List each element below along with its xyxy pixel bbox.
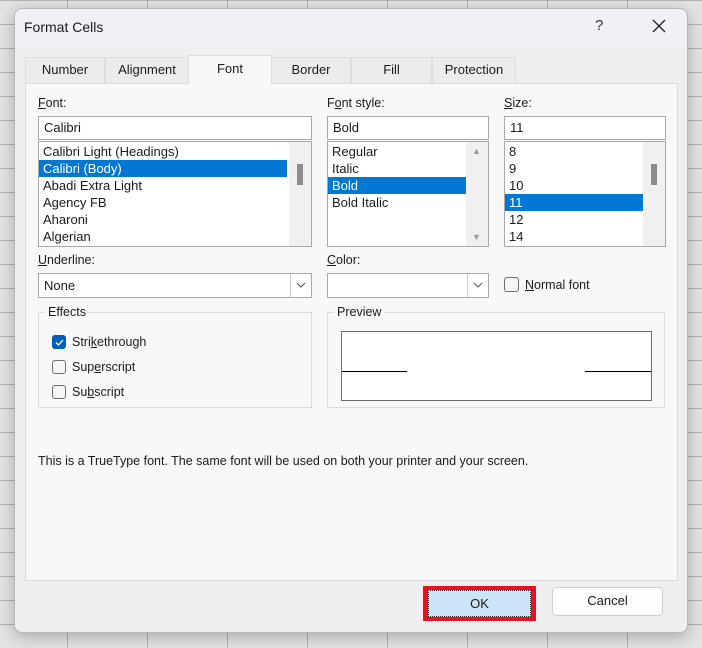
font-style-input[interactable]: Bold	[327, 116, 489, 140]
font-list-item[interactable]: Agency FB	[39, 194, 311, 211]
color-label: Color:	[327, 253, 361, 267]
font-style-item[interactable]: Regular	[328, 143, 488, 160]
preview-baseline-left	[342, 371, 407, 372]
title-bar: Format Cells ?	[15, 9, 687, 47]
font-list-item[interactable]: Abadi Extra Light	[39, 177, 311, 194]
subscript-label: Subscript	[72, 385, 125, 399]
font-style-item-selected[interactable]: Bold	[328, 177, 466, 194]
font-input[interactable]: Calibri	[38, 116, 312, 140]
font-style-scrollbar[interactable]: ▲ ▼	[466, 142, 488, 246]
tab-fill[interactable]: Fill	[351, 57, 432, 83]
close-icon	[652, 19, 666, 33]
font-list-item-selected[interactable]: Calibri (Body)	[39, 160, 287, 177]
tab-border[interactable]: Border	[271, 57, 351, 83]
font-list-item[interactable]: Aharoni	[39, 211, 311, 228]
size-list-scrollbar[interactable]	[643, 142, 665, 246]
preview-baseline-right	[585, 371, 651, 372]
underline-dropdown-button[interactable]	[290, 274, 311, 297]
font-style-label: Font style:	[327, 96, 385, 110]
font-style-item[interactable]: Bold Italic	[328, 194, 488, 211]
font-info-text: This is a TrueType font. The same font w…	[38, 454, 529, 468]
preview-box	[341, 331, 652, 401]
scroll-thumb[interactable]	[651, 164, 657, 185]
chevron-down-icon	[473, 282, 483, 288]
font-list-item[interactable]: Calibri Light (Headings)	[39, 143, 311, 160]
strikethrough-label: Strikethrough	[72, 335, 147, 349]
dialog-title: Format Cells	[24, 19, 104, 35]
font-list[interactable]: Calibri Light (Headings) Calibri (Body) …	[38, 141, 312, 247]
tab-number[interactable]: Number	[25, 57, 105, 83]
normal-font-checkbox[interactable]: Normal font	[504, 277, 590, 292]
superscript-checkbox[interactable]: Superscript	[52, 360, 135, 374]
cancel-button[interactable]: Cancel	[552, 587, 663, 616]
size-item[interactable]: 14	[505, 228, 665, 245]
underline-select[interactable]: None	[38, 273, 312, 298]
size-item-selected[interactable]: 11	[505, 194, 643, 211]
scroll-thumb[interactable]	[297, 164, 303, 185]
checkbox-box[interactable]	[52, 385, 66, 399]
scroll-down-icon[interactable]: ▼	[472, 232, 481, 242]
checkmark-icon	[55, 339, 64, 346]
font-list-item[interactable]: Algerian	[39, 228, 311, 245]
checkbox-box[interactable]	[52, 360, 66, 374]
size-item[interactable]: 12	[505, 211, 665, 228]
tab-font[interactable]: Font	[188, 55, 272, 84]
ok-button-highlight: OK	[423, 586, 536, 621]
subscript-checkbox[interactable]: Subscript	[52, 385, 124, 399]
size-label: Size:	[504, 96, 532, 110]
size-list[interactable]: 8 9 10 11 12 14	[504, 141, 666, 247]
underline-label: Underline:	[38, 253, 95, 267]
strikethrough-checkbox[interactable]: Strikethrough	[52, 335, 146, 349]
size-input[interactable]: 11	[504, 116, 666, 140]
size-item[interactable]: 9	[505, 160, 665, 177]
preview-title: Preview	[334, 305, 385, 319]
chevron-down-icon	[296, 282, 306, 288]
effects-group: Effects Strikethrough Superscript Subscr…	[38, 305, 312, 408]
font-style-list[interactable]: Regular Italic Bold Bold Italic ▲ ▼	[327, 141, 489, 247]
color-select[interactable]	[327, 273, 489, 298]
underline-value: None	[44, 278, 76, 293]
superscript-label: Superscript	[72, 360, 136, 374]
checkbox-box-checked[interactable]	[52, 335, 66, 349]
font-style-item[interactable]: Italic	[328, 160, 488, 177]
close-button[interactable]	[649, 15, 669, 38]
size-item[interactable]: 8	[505, 143, 665, 160]
font-list-scrollbar[interactable]	[289, 142, 311, 246]
font-label: Font:	[38, 96, 67, 110]
scroll-up-icon[interactable]: ▲	[472, 146, 481, 156]
help-button[interactable]: ?	[595, 17, 603, 34]
preview-group: Preview	[327, 305, 665, 408]
color-dropdown-button[interactable]	[467, 274, 488, 297]
checkbox-box[interactable]	[504, 277, 519, 292]
size-item[interactable]: 10	[505, 177, 665, 194]
format-cells-dialog: Format Cells ? Number Alignment Font Bor…	[14, 8, 688, 633]
font-tab-panel: Font: Calibri Calibri Light (Headings) C…	[25, 83, 678, 581]
tab-alignment[interactable]: Alignment	[105, 57, 189, 83]
effects-title: Effects	[45, 305, 89, 319]
ok-button[interactable]: OK	[428, 590, 531, 617]
normal-font-label: Normal font	[525, 277, 590, 292]
tab-protection[interactable]: Protection	[432, 57, 516, 83]
